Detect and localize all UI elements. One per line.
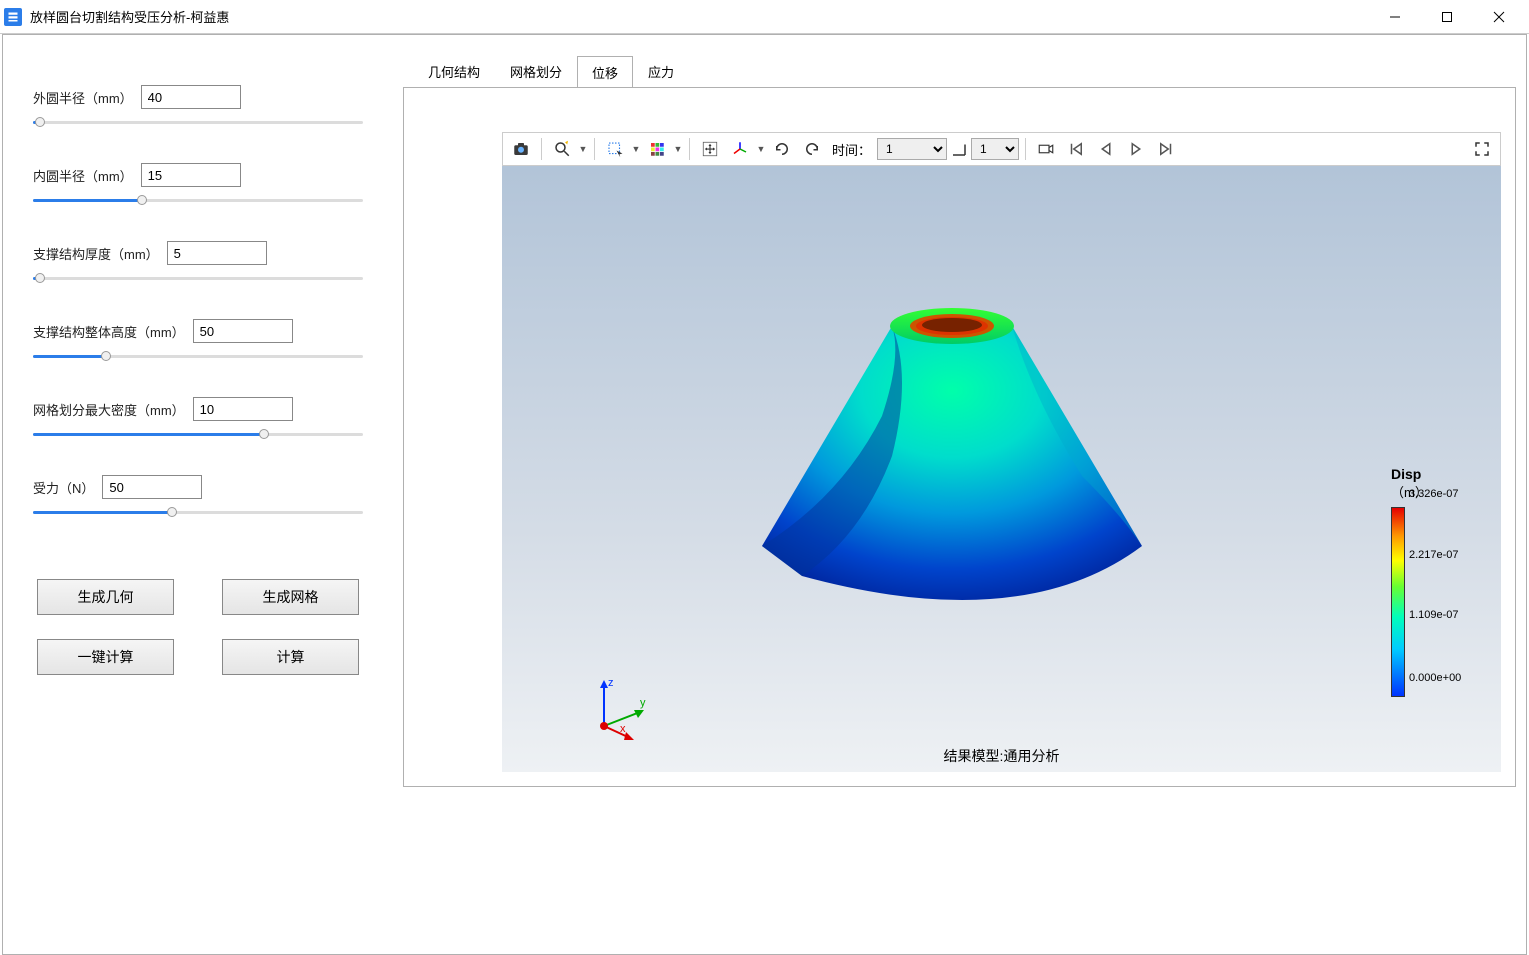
generate-geometry-button[interactable]: 生成几何 (37, 579, 174, 615)
legend-colorbar (1391, 507, 1405, 697)
rotate-cw-icon[interactable] (768, 136, 796, 162)
app-icon (4, 8, 22, 26)
time-end-icon[interactable] (949, 136, 969, 162)
play-icon[interactable] (1122, 136, 1150, 162)
rotate-ccw-icon[interactable] (798, 136, 826, 162)
camera-record-icon[interactable] (1032, 136, 1060, 162)
one-click-compute-button[interactable]: 一键计算 (37, 639, 174, 675)
param-slider[interactable] (33, 193, 363, 207)
param-slider[interactable] (33, 115, 363, 129)
tab-1[interactable]: 网格划分 (495, 55, 577, 87)
axes-dropdown[interactable]: ▼ (756, 144, 766, 154)
param-5: 受力（N） (33, 475, 363, 519)
select-dropdown[interactable]: ▼ (631, 144, 641, 154)
param-label: 支撑结构整体高度（mm） (33, 322, 185, 341)
legend-tick: 1.109e-07 (1409, 609, 1459, 621)
param-label: 内圆半径（mm） (33, 166, 133, 185)
main-frame: 外圆半径（mm） 内圆半径（mm） 支撑结构厚度（mm） 支撑结构整体高度（ (2, 34, 1527, 955)
color-legend: Disp （m） 3.326e-072.217e-071.109e-070.00… (1391, 466, 1481, 697)
tab-3[interactable]: 应力 (633, 55, 689, 87)
param-slider[interactable] (33, 427, 363, 441)
maximize-button[interactable] (1421, 2, 1473, 32)
sidebar: 外圆半径（mm） 内圆半径（mm） 支撑结构厚度（mm） 支撑结构整体高度（ (3, 35, 393, 954)
param-input[interactable] (141, 85, 241, 109)
pan-icon[interactable] (696, 136, 724, 162)
legend-tick: 0.000e+00 (1409, 672, 1461, 684)
frame-select[interactable]: 1 (971, 138, 1019, 160)
param-input[interactable] (102, 475, 202, 499)
param-input[interactable] (141, 163, 241, 187)
viewport-3d[interactable]: Disp （m） 3.326e-072.217e-071.109e-070.00… (502, 166, 1501, 772)
svg-text:z: z (608, 677, 614, 689)
minimize-button[interactable] (1369, 2, 1421, 32)
prev-frame-icon[interactable] (1092, 136, 1120, 162)
color-cube-icon[interactable] (643, 136, 671, 162)
param-label: 支撑结构厚度（mm） (33, 244, 159, 263)
legend-title: Disp (1391, 466, 1481, 482)
tabs: 几何结构网格划分位移应力 (413, 55, 1516, 87)
param-label: 外圆半径（mm） (33, 88, 133, 107)
param-input[interactable] (167, 241, 267, 265)
generate-mesh-button[interactable]: 生成网格 (222, 579, 359, 615)
result-model-label: 结果模型:通用分析 (944, 746, 1060, 766)
param-slider[interactable] (33, 505, 363, 519)
zoom-dropdown[interactable]: ▼ (578, 144, 588, 154)
svg-text:x: x (620, 723, 626, 735)
expand-icon[interactable] (1468, 136, 1496, 162)
model-cone (742, 296, 1162, 656)
time-select[interactable]: 1 (877, 138, 947, 160)
param-label: 网格划分最大密度（mm） (33, 400, 185, 419)
time-label: 时间： (832, 140, 871, 159)
content-area: 几何结构网格划分位移应力 ▼ ▼ ▼ (393, 35, 1526, 954)
param-4: 网格划分最大密度（mm） (33, 397, 363, 441)
param-1: 内圆半径（mm） (33, 163, 363, 207)
svg-text:y: y (640, 697, 646, 709)
axes-icon[interactable] (726, 136, 754, 162)
param-2: 支撑结构厚度（mm） (33, 241, 363, 285)
param-0: 外圆半径（mm） (33, 85, 363, 129)
compute-button[interactable]: 计算 (222, 639, 359, 675)
viewer-frame: ▼ ▼ ▼ ▼ (403, 87, 1516, 787)
legend-tick: 3.326e-07 (1409, 488, 1459, 500)
param-slider[interactable] (33, 349, 363, 363)
color-dropdown[interactable]: ▼ (673, 144, 683, 154)
zoom-icon[interactable] (548, 136, 576, 162)
orientation-axes: z y x (582, 674, 652, 744)
titlebar: 放样圆台切割结构受压分析-柯益惠 (0, 0, 1529, 34)
window-title: 放样圆台切割结构受压分析-柯益惠 (30, 7, 1369, 26)
viewer-toolbar: ▼ ▼ ▼ ▼ (502, 132, 1501, 166)
screenshot-icon[interactable] (507, 136, 535, 162)
param-3: 支撑结构整体高度（mm） (33, 319, 363, 363)
first-frame-icon[interactable] (1062, 136, 1090, 162)
param-input[interactable] (193, 319, 293, 343)
param-slider[interactable] (33, 271, 363, 285)
param-label: 受力（N） (33, 478, 94, 497)
select-icon[interactable] (601, 136, 629, 162)
close-button[interactable] (1473, 2, 1525, 32)
next-frame-icon[interactable] (1152, 136, 1180, 162)
tab-0[interactable]: 几何结构 (413, 55, 495, 87)
param-input[interactable] (193, 397, 293, 421)
legend-tick: 2.217e-07 (1409, 549, 1459, 561)
tab-2[interactable]: 位移 (577, 56, 633, 88)
